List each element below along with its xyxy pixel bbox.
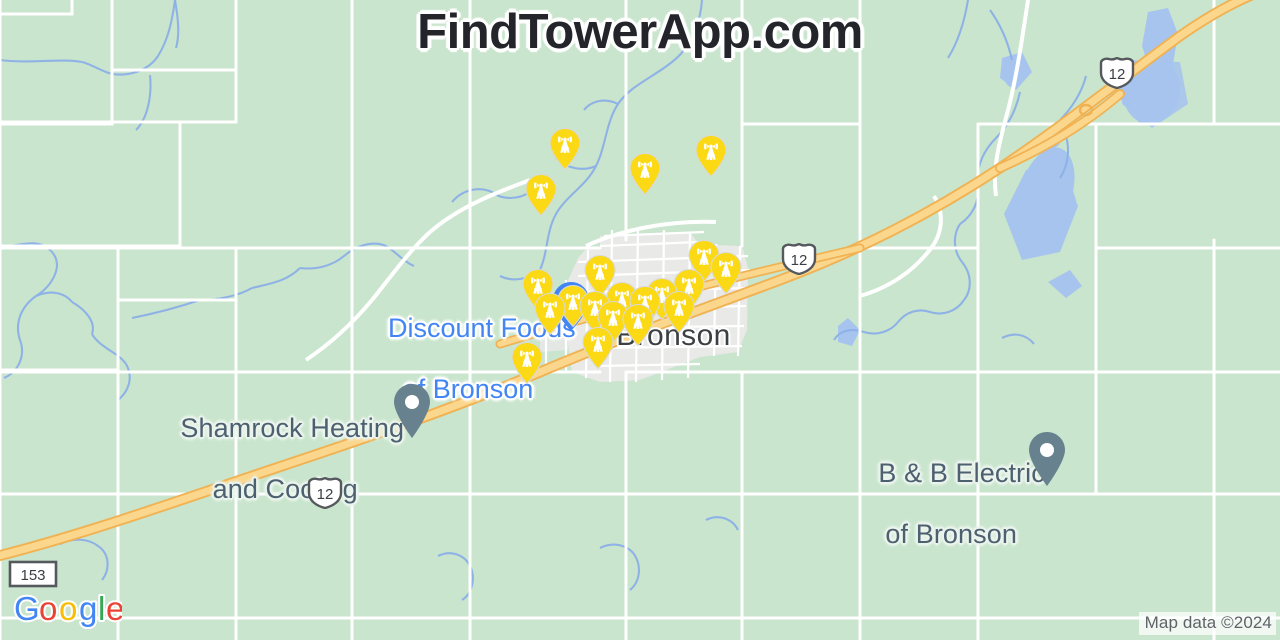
shield-us12-middle: 12	[779, 243, 819, 275]
shield-state153: 153	[8, 560, 58, 588]
cell-tower-icon	[622, 303, 654, 347]
svg-text:12: 12	[317, 486, 334, 503]
cell-tower-marker[interactable]	[548, 127, 582, 171]
cell-tower-icon	[525, 173, 557, 217]
cell-tower-marker[interactable]	[628, 152, 662, 196]
svg-text:l: l	[98, 591, 105, 627]
svg-text:12: 12	[1109, 66, 1126, 83]
cell-tower-marker[interactable]	[694, 134, 728, 178]
cell-tower-marker[interactable]	[621, 303, 655, 347]
cell-tower-icon	[582, 326, 614, 370]
map-canvas[interactable]: Discount Foods of Bronson Shamrock Heati…	[0, 0, 1280, 640]
svg-text:12: 12	[791, 252, 808, 269]
cell-tower-marker[interactable]	[510, 341, 544, 385]
cell-tower-marker[interactable]	[533, 292, 567, 336]
svg-text:g: g	[79, 591, 97, 627]
cell-tower-marker[interactable]	[581, 326, 615, 370]
svg-text:153: 153	[20, 567, 45, 584]
google-logo: G o o g l e	[12, 588, 126, 634]
shield-us12-topright: 12	[1097, 57, 1137, 89]
cell-tower-marker[interactable]	[524, 173, 558, 217]
cell-tower-icon	[663, 290, 695, 334]
shield-us12-southwest: 12	[305, 477, 345, 509]
cell-tower-marker[interactable]	[709, 251, 743, 295]
map-attribution: Map data ©2024	[1138, 612, 1276, 635]
business-pin-bb-electric[interactable]	[1025, 430, 1069, 488]
cell-tower-icon	[629, 152, 661, 196]
svg-text:e: e	[106, 591, 122, 627]
cell-tower-icon	[534, 292, 566, 336]
cell-tower-icon	[710, 251, 742, 295]
cell-tower-icon	[549, 127, 581, 171]
svg-text:o: o	[59, 591, 77, 627]
business-pin-shamrock[interactable]	[390, 382, 434, 440]
svg-text:G: G	[14, 591, 40, 627]
cell-tower-marker[interactable]	[662, 290, 696, 334]
cell-tower-icon	[511, 341, 543, 385]
cell-tower-icon	[695, 134, 727, 178]
svg-text:o: o	[39, 591, 57, 627]
